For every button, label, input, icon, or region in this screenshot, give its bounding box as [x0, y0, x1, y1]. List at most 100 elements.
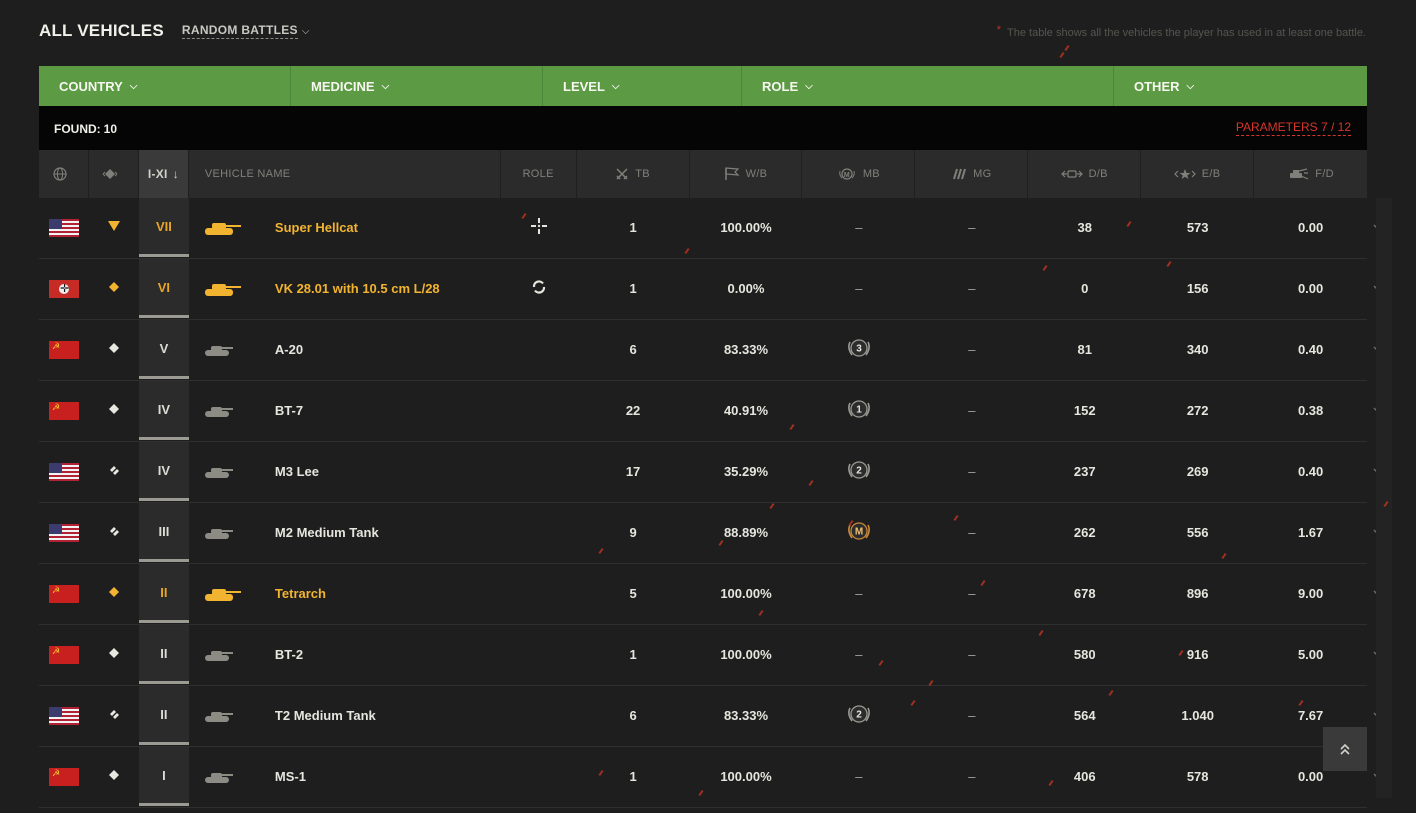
filter-country[interactable]: COUNTRY ⌵	[39, 66, 291, 106]
filter-level[interactable]: LEVEL ⌵	[543, 66, 742, 106]
page-header: ALL VEHICLES RANDOM BATTLES ⌵	[39, 18, 309, 44]
scrollbar[interactable]	[1376, 198, 1392, 798]
col-wb[interactable]: W/B	[690, 150, 803, 198]
diamond-icon	[108, 586, 120, 601]
battles-cell: 17	[625, 464, 641, 479]
filter-other[interactable]: OTHER ⌵	[1114, 66, 1367, 106]
chevron-down-icon[interactable]: ⌵	[302, 26, 310, 37]
country-cell	[39, 564, 89, 623]
vehicle-name-cell[interactable]: BT-7	[189, 381, 501, 440]
battles-cell: 6	[629, 342, 637, 357]
table-row[interactable]: III M2 Medium Tank 9 88.89% MM – 262 556 1.67	[39, 503, 1383, 564]
mastery-cell: –	[855, 281, 863, 296]
battle-mode-dropdown[interactable]: RANDOM BATTLES	[181, 23, 298, 39]
table-row[interactable]: II BT-2 1 100.00% – – 580 916 5.00	[39, 625, 1383, 686]
role-cell	[501, 320, 577, 379]
vehicles-page: ALL VEHICLES RANDOM BATTLES ⌵ * The table…	[0, 0, 1416, 813]
table-row[interactable]: IMS-11100.00%––4065780.00	[39, 747, 1383, 808]
vehicle-name-cell[interactable]: Super Hellcat	[189, 198, 501, 257]
sort-down-icon: ↓	[172, 167, 180, 181]
vehicle-name-cell[interactable]: BT-2	[189, 625, 501, 684]
ussr-flag-icon	[48, 340, 79, 359]
scroll-to-top-button[interactable]	[1323, 727, 1367, 771]
col-tb[interactable]: TB	[577, 150, 690, 198]
vehicle-name-cell[interactable]: A-20	[189, 320, 501, 379]
damage-cell: 564	[1073, 708, 1096, 723]
mastery-badge-cell: 11	[802, 381, 915, 440]
col-country[interactable]	[39, 150, 89, 198]
frags-cell: 0.40	[1297, 464, 1324, 479]
cycle-role-icon	[531, 279, 547, 298]
diamond-icon	[108, 281, 120, 296]
vehicle-name-cell[interactable]: Tetrarch	[189, 564, 501, 623]
winrate-cell: 88.89%	[723, 525, 769, 540]
col-tier[interactable]: I-XI ↓	[138, 150, 189, 198]
table-row[interactable]: IIT2 Medium Tank683.33%22–5641.0407.67	[39, 686, 1383, 747]
spark	[1059, 51, 1065, 59]
battles-cell: 5	[629, 586, 637, 601]
col-db[interactable]: D/B	[1028, 150, 1142, 198]
mastery-cell: –	[855, 220, 863, 235]
mastery-badge-cell: 22	[802, 686, 915, 745]
chevron-down-icon: ⌵	[805, 80, 813, 92]
role-cell	[501, 625, 577, 684]
ussr-flag-icon	[48, 645, 79, 664]
experience-cell: 1.040	[1181, 708, 1214, 723]
country-cell	[39, 198, 89, 257]
col-type[interactable]	[89, 150, 139, 198]
winrate-cell: 83.33%	[723, 342, 769, 357]
col-mg[interactable]: MG	[915, 150, 1029, 198]
vehicle-name-cell[interactable]: T2 Medium Tank	[189, 686, 501, 745]
tank-icon	[203, 585, 247, 603]
found-text: FOUND:	[54, 122, 101, 136]
mg-cell: –	[968, 403, 976, 418]
frags-cell: 0.40	[1297, 342, 1324, 357]
winrate-cell: 83.33%	[723, 708, 769, 723]
role-cell	[501, 259, 577, 318]
table-row[interactable]: IV BT-7 22 40.91% 11 – 152 272 0.38	[39, 381, 1383, 442]
filter-role[interactable]: ROLE ⌵	[742, 66, 1114, 106]
vehicle-name-cell[interactable]: M3 Lee	[189, 442, 501, 501]
filter-medicine[interactable]: MEDICINE ⌵	[291, 66, 543, 106]
winrate-cell: 100.00%	[720, 586, 772, 601]
parameters-link[interactable]: PARAMETERS 7 / 12	[1235, 120, 1351, 136]
country-cell	[39, 625, 89, 684]
experience-cell: 896	[1186, 586, 1209, 601]
vehicle-name-cell[interactable]: MS-1	[189, 747, 501, 806]
diamond-icon	[108, 403, 120, 418]
filter-label: LEVEL	[563, 78, 605, 94]
table-row[interactable]: II Tetrarch 5 100.00% – – 678 896 9.00	[39, 564, 1383, 625]
damage-cell: 262	[1073, 525, 1096, 540]
frags-cell: 9.00	[1297, 586, 1324, 601]
tier-cell: VII	[138, 198, 189, 257]
vehicle-name: A-20	[274, 342, 304, 357]
svg-text:M: M	[844, 172, 850, 179]
svg-text:1: 1	[856, 405, 862, 416]
col-eb[interactable]: E/B	[1141, 150, 1255, 198]
col-vehicle-name[interactable]: VEHICLE NAME	[189, 150, 501, 198]
usa-flag-icon	[48, 462, 79, 481]
medium-icon	[107, 707, 121, 724]
battles-cell: 1	[629, 220, 637, 235]
filter-label: MEDICINE	[311, 78, 375, 94]
table-row[interactable]: VII Super Hellcat 1 100.00% – – 38 573 0.00	[39, 198, 1383, 259]
winrate-cell: 100.00%	[720, 220, 772, 235]
role-cell	[501, 503, 577, 562]
col-mb[interactable]: M MB	[802, 150, 916, 198]
vehicle-name-cell[interactable]: VK 28.01 with 10.5 cm L/28	[189, 259, 501, 318]
col-role[interactable]: ROLE	[501, 150, 577, 198]
vehicle-name: Super Hellcat	[274, 220, 358, 235]
vehicle-name-cell[interactable]: M2 Medium Tank	[189, 503, 501, 562]
medium-icon	[107, 524, 121, 541]
col-fd[interactable]: F/D	[1254, 150, 1367, 198]
svg-text:M: M	[855, 527, 863, 538]
table-row[interactable]: V A-20 6 83.33% 33 – 81 340 0.40	[39, 320, 1383, 381]
tank-icon	[203, 525, 247, 541]
tier-cell: V	[138, 320, 189, 379]
table-row[interactable]: IV M3 Lee 17 35.29% 22 – 237 269 0.40	[39, 442, 1383, 503]
role-cell	[501, 442, 577, 501]
damage-cell: 152	[1073, 403, 1096, 418]
mastery-badge-cell: MM	[802, 503, 915, 562]
tank-icon	[203, 219, 247, 237]
table-row[interactable]: VIVK 28.01 with 10.5 cm L/2810.00%––0156…	[39, 259, 1383, 320]
